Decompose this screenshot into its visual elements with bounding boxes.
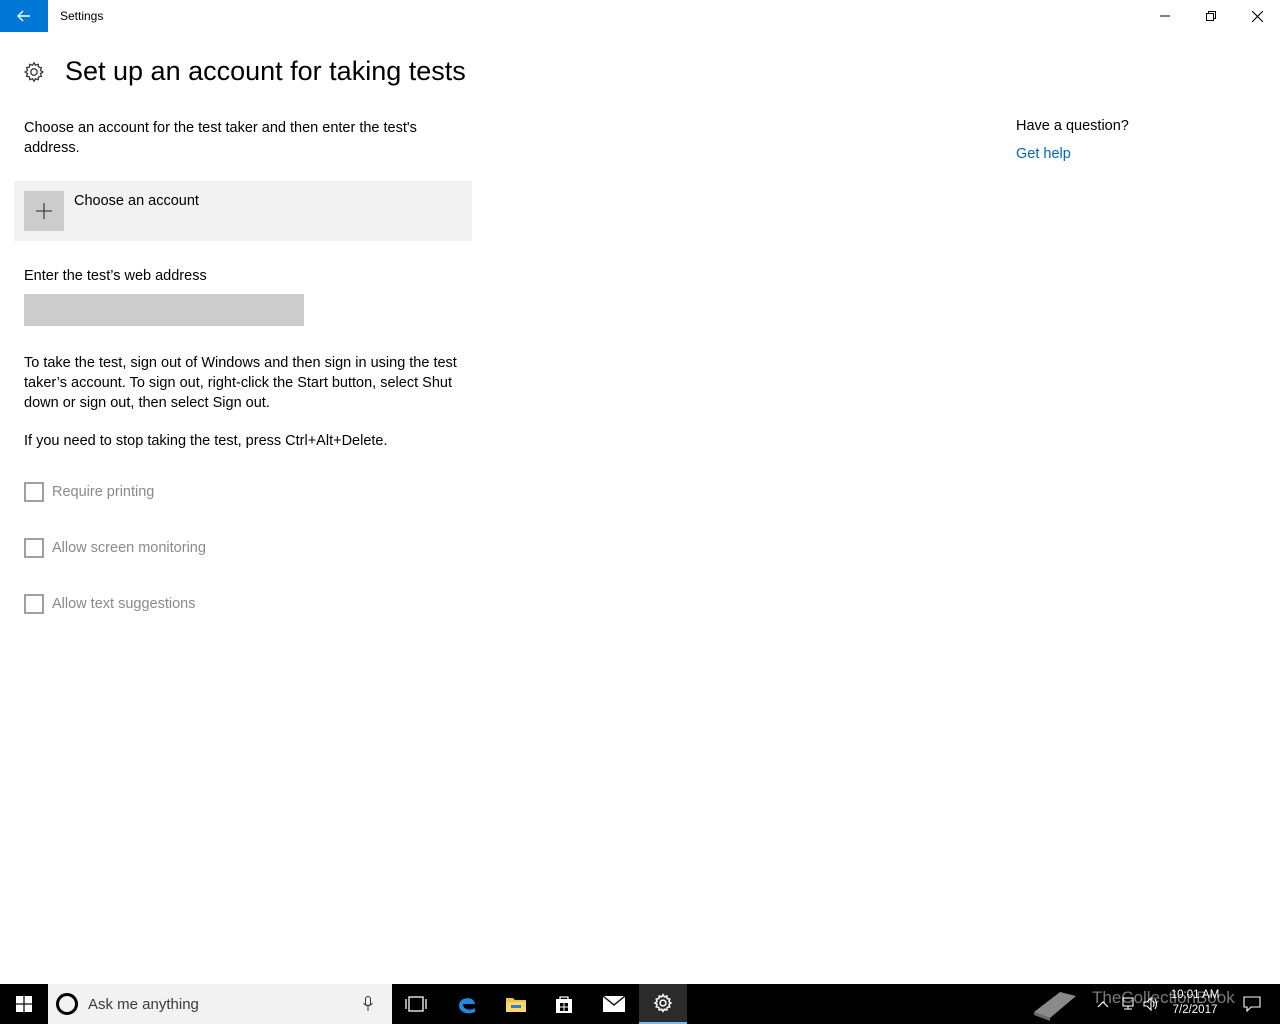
task-view-button[interactable] bbox=[392, 984, 440, 1024]
add-account-tile bbox=[24, 191, 64, 231]
windows-logo-icon bbox=[16, 996, 32, 1012]
allow-text-suggestions-checkbox[interactable]: Allow text suggestions bbox=[24, 594, 195, 614]
mail-icon bbox=[602, 995, 626, 1012]
back-button[interactable] bbox=[0, 0, 48, 32]
system-tray bbox=[1094, 996, 1160, 1012]
choose-account-button[interactable]: Choose an account bbox=[14, 181, 472, 241]
mail-button[interactable] bbox=[590, 984, 638, 1024]
checkbox-box[interactable] bbox=[24, 482, 44, 502]
taskbar: Ask me anything TheCollectionBook 10:01 … bbox=[0, 984, 1280, 1024]
chevron-up-icon[interactable] bbox=[1094, 996, 1112, 1012]
checkbox-label: Allow screen monitoring bbox=[52, 540, 206, 556]
file-explorer-button[interactable] bbox=[492, 984, 540, 1024]
folder-icon bbox=[506, 998, 526, 1012]
get-help-link[interactable]: Get help bbox=[1016, 146, 1071, 162]
checkbox-box[interactable] bbox=[24, 594, 44, 614]
page-title: Set up an account for taking tests bbox=[65, 56, 466, 86]
back-arrow-icon bbox=[17, 10, 30, 22]
clock[interactable]: 10:01 AM 7/2/2017 bbox=[1163, 988, 1227, 1018]
require-printing-checkbox[interactable]: Require printing bbox=[24, 482, 154, 502]
checkbox-label: Allow text suggestions bbox=[52, 596, 196, 612]
gear-icon bbox=[23, 61, 45, 83]
notification-icon bbox=[1243, 996, 1261, 1012]
checkbox-box[interactable] bbox=[24, 538, 44, 558]
store-button[interactable] bbox=[540, 984, 588, 1024]
settings-taskbar-button[interactable] bbox=[639, 984, 687, 1024]
sign-out-instructions: To take the test, sign out of Windows an… bbox=[24, 355, 457, 411]
action-center-button[interactable] bbox=[1232, 984, 1272, 1024]
settings-gear-icon bbox=[653, 993, 673, 1013]
title-bar: Settings bbox=[0, 0, 1280, 32]
task-view-icon bbox=[405, 996, 427, 1012]
intro-text: Choose an account for the test taker and… bbox=[24, 120, 417, 156]
network-icon[interactable] bbox=[1118, 996, 1136, 1012]
stop-test-text: If you need to stop taking the test, pre… bbox=[24, 433, 388, 449]
restore-button[interactable] bbox=[1188, 0, 1234, 32]
allow-screen-monitoring-checkbox[interactable]: Allow screen monitoring bbox=[24, 538, 206, 558]
edge-button[interactable] bbox=[443, 984, 491, 1024]
search-placeholder: Ask me anything bbox=[88, 995, 199, 1013]
help-heading: Have a question? bbox=[1016, 118, 1129, 134]
web-address-input[interactable] bbox=[24, 294, 304, 326]
clock-time: 10:01 AM bbox=[1170, 989, 1220, 1001]
minimize-icon bbox=[1160, 15, 1170, 17]
microphone-icon[interactable] bbox=[358, 993, 378, 1015]
store-icon bbox=[556, 996, 572, 1013]
web-address-label: Enter the test’s web address bbox=[24, 268, 207, 284]
clock-date: 7/2/2017 bbox=[1172, 1004, 1218, 1016]
edge-icon bbox=[459, 998, 475, 1014]
choose-account-label: Choose an account bbox=[74, 193, 199, 209]
checkbox-label: Require printing bbox=[52, 484, 155, 500]
close-icon bbox=[1251, 10, 1263, 22]
plus-icon bbox=[36, 203, 52, 219]
start-button[interactable] bbox=[0, 984, 48, 1024]
book-watermark-icon bbox=[1034, 992, 1076, 1021]
restore-icon bbox=[1206, 11, 1216, 21]
window-title: Settings bbox=[60, 9, 104, 23]
volume-icon[interactable] bbox=[1142, 996, 1160, 1012]
cortana-search-box[interactable]: Ask me anything bbox=[48, 984, 392, 1024]
minimize-button[interactable] bbox=[1142, 0, 1188, 32]
close-button[interactable] bbox=[1234, 0, 1280, 32]
cortana-icon bbox=[56, 993, 78, 1015]
